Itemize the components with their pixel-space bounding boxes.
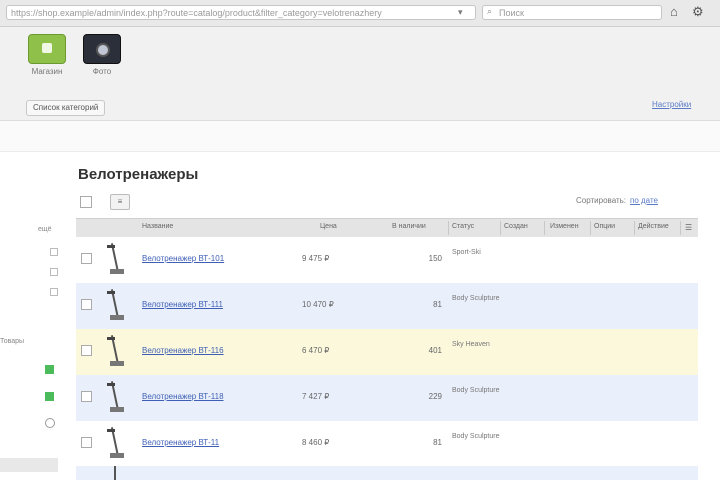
row-checkbox[interactable] <box>81 253 92 264</box>
product-name-link[interactable]: Велотренажер ВТ-111 <box>142 300 223 309</box>
row-checkbox[interactable] <box>81 345 92 356</box>
category-list-button[interactable]: Список категорий <box>26 100 106 116</box>
product-price: 6 470 ₽ <box>302 346 330 355</box>
product-quantity: 81 <box>433 300 442 309</box>
sidebar-label: Товары <box>0 338 25 345</box>
product-thumbnail[interactable] <box>100 287 132 323</box>
sidebar-checkbox[interactable] <box>50 288 58 296</box>
sidebar-footer <box>0 458 58 472</box>
sidebar-checkbox[interactable] <box>50 268 58 276</box>
shopping-basket-icon <box>28 34 66 64</box>
product-price: 7 427 ₽ <box>302 392 330 401</box>
app-label: Магазин <box>31 67 63 76</box>
product-thumbnail[interactable] <box>100 333 132 369</box>
row-checkbox[interactable] <box>81 391 92 402</box>
row-checkbox[interactable] <box>81 299 92 310</box>
product-manufacturer: Body Sculpture <box>452 433 500 440</box>
product-price: 8 460 ₽ <box>302 438 330 447</box>
col-header-options[interactable]: Опции <box>594 223 615 230</box>
status-indicator <box>45 392 54 401</box>
camera-icon <box>83 34 121 64</box>
product-name-link[interactable]: Велотренажер ВТ-116 <box>142 346 224 355</box>
divider-band <box>0 121 720 152</box>
select-all-checkbox[interactable] <box>80 196 92 208</box>
product-quantity: 229 <box>428 392 442 401</box>
product-thumbnail[interactable] <box>100 241 132 277</box>
col-header-name[interactable]: Название <box>142 223 173 230</box>
col-header-action[interactable]: Действие <box>638 223 669 230</box>
table-row[interactable]: Велотренажер ВТ-11 8 460 ₽ 81 Body Sculptur… <box>76 421 698 468</box>
col-header-price[interactable]: Цена <box>320 223 337 230</box>
radio-icon[interactable] <box>45 418 55 428</box>
table-row[interactable]: Велотренажер ВТ-116 6 470 ₽ 401 Sky Heaven <box>76 329 698 376</box>
product-thumbnail[interactable] <box>100 464 130 480</box>
sort-label: Сортировать: <box>576 196 627 205</box>
product-manufacturer: Body Sculpture <box>452 387 500 394</box>
col-header-modified[interactable]: Изменен <box>550 223 579 230</box>
view-toggle-button[interactable]: ≡ <box>110 194 130 210</box>
search-input[interactable]: Поиск <box>482 5 662 20</box>
home-icon[interactable]: ⌂ <box>670 4 678 19</box>
product-price: 10 470 ₽ <box>302 300 334 309</box>
product-quantity: 401 <box>428 346 442 355</box>
app-label: Фото <box>92 67 112 76</box>
col-header-created[interactable]: Создан <box>504 223 528 230</box>
table-row[interactable]: Велотренажер ВТ-101 9 475 ₽ 150 Sport-Ski <box>76 237 698 284</box>
product-manufacturer: Body Sculpture <box>452 295 500 302</box>
address-bar[interactable]: https://shop.example/admin/index.php?rou… <box>6 5 476 20</box>
sort-selector[interactable]: по дате <box>630 196 658 205</box>
col-header-status[interactable]: Статус <box>452 223 474 230</box>
settings-link[interactable]: Настройки <box>652 100 691 109</box>
table-row-partial <box>76 466 698 480</box>
app-photo[interactable]: Фото <box>77 34 127 76</box>
product-quantity: 150 <box>428 254 442 263</box>
col-header-stock[interactable]: В наличии <box>392 223 426 230</box>
table-header: Название Цена В наличии Статус Создан Из… <box>76 218 698 238</box>
product-thumbnail[interactable] <box>100 425 132 461</box>
product-name-link[interactable]: Велотренажер ВТ-101 <box>142 254 224 263</box>
settings-icon[interactable]: ☰ <box>685 223 692 232</box>
product-name-link[interactable]: Велотренажер ВТ-118 <box>142 392 224 401</box>
row-checkbox[interactable] <box>81 437 92 448</box>
sidebar-checkbox[interactable] <box>50 248 58 256</box>
gear-icon[interactable]: ⚙ <box>692 4 704 20</box>
page-title: Велотренажеры <box>78 166 199 183</box>
product-thumbnail[interactable] <box>100 379 132 415</box>
sidebar-item[interactable]: ещё <box>38 226 52 233</box>
product-manufacturer: Sport-Ski <box>452 249 481 256</box>
product-price: 9 475 ₽ <box>302 254 330 263</box>
dropdown-arrow-icon[interactable]: ▾ <box>458 7 463 18</box>
search-icon: ⌕ <box>487 6 493 16</box>
app-shop[interactable]: Магазин <box>22 34 72 76</box>
status-indicator <box>45 365 54 374</box>
table-row[interactable]: Велотренажер ВТ-111 10 470 ₽ 81 Body Sculpt… <box>76 283 698 330</box>
product-manufacturer: Sky Heaven <box>452 341 490 348</box>
product-name-link[interactable]: Велотренажер ВТ-11 <box>142 438 219 447</box>
product-quantity: 81 <box>433 438 442 447</box>
table-row[interactable]: Велотренажер ВТ-118 7 427 ₽ 229 Body Sculpt… <box>76 375 698 422</box>
